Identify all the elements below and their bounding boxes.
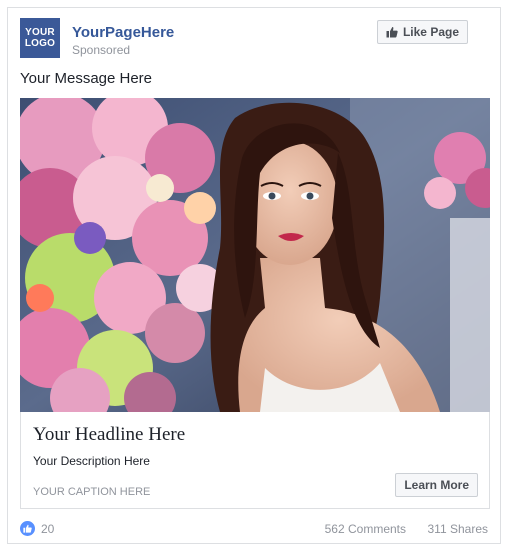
ad-message: Your Message Here <box>20 70 153 87</box>
shares-count[interactable]: 311 Shares <box>428 522 489 536</box>
logo-text-line2: LOGO <box>24 38 56 49</box>
comments-count[interactable]: 562 Comments <box>325 522 406 536</box>
like-page-button[interactable]: Like Page <box>376 20 468 44</box>
ad-description: Your Description Here <box>33 454 150 468</box>
like-reaction-icon[interactable] <box>20 521 35 536</box>
ad-photo <box>20 98 490 412</box>
engagement-bar: 20 562 Comments 311 Shares <box>20 520 488 540</box>
ad-headline[interactable]: Your Headline Here <box>33 424 185 446</box>
thumbs-up-icon <box>386 26 398 38</box>
like-page-label: Like Page <box>402 25 459 39</box>
ad-caption: YOUR CAPTION HERE <box>33 486 151 498</box>
ad-image[interactable] <box>20 98 490 412</box>
page-logo[interactable]: YOUR LOGO <box>20 18 60 58</box>
logo-text-line1: YOUR <box>25 27 55 38</box>
like-count[interactable]: 20 <box>41 522 54 536</box>
learn-more-button[interactable]: Learn More <box>395 473 478 497</box>
ad-header: YOUR LOGO YourPageHere Sponsored Like Pa… <box>20 18 488 62</box>
page-name-link[interactable]: YourPageHere <box>72 24 174 41</box>
sponsored-ad-card: YOUR LOGO YourPageHere Sponsored Like Pa… <box>7 7 501 544</box>
ad-link-preview[interactable]: Your Headline Here Your Description Here… <box>20 412 490 509</box>
sponsored-label: Sponsored <box>72 43 131 57</box>
